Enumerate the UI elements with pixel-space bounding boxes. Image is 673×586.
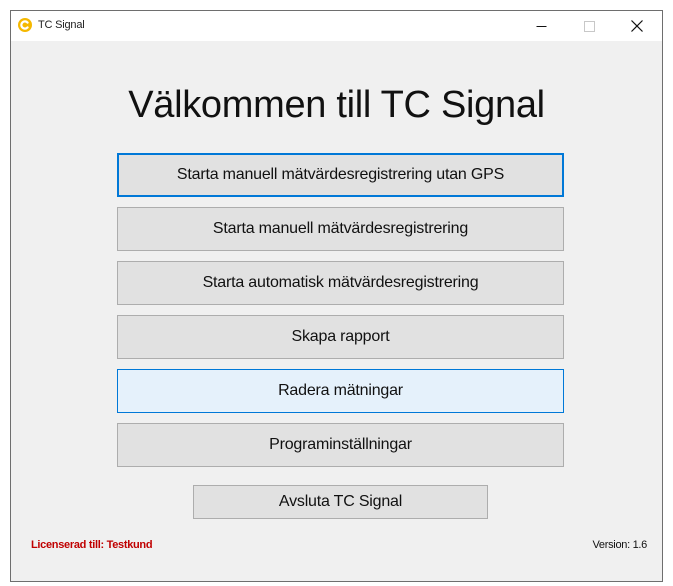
start-manual-without-gps-button[interactable]: Starta manuell mätvärdesregistrering uta… [117,153,564,197]
delete-measurements-button[interactable]: Radera mätningar [117,369,564,413]
exit-button[interactable]: Avsluta TC Signal [193,485,488,519]
program-settings-button[interactable]: Programinställningar [117,423,564,467]
maximize-button [566,11,612,41]
window-title: TC Signal [38,19,85,31]
app-window: TC Signal Välkommen till TC Signal Start… [10,10,663,582]
version-label: Version: 1.6 [592,539,648,551]
start-automatic-registration-button[interactable]: Starta automatisk mätvärdesregistrering [117,261,564,305]
title-bar[interactable]: TC Signal [11,11,662,41]
minimize-button[interactable] [518,11,564,41]
close-button[interactable] [614,11,660,41]
welcome-heading: Välkommen till TC Signal [128,84,545,126]
start-manual-registration-button[interactable]: Starta manuell mätvärdesregistrering [117,207,564,251]
tc-signal-app-icon [18,18,32,32]
close-icon [631,20,643,32]
create-report-button[interactable]: Skapa rapport [117,315,564,359]
maximize-icon [583,20,595,32]
license-label: Licenserad till: Testkund [31,539,153,551]
minimize-icon [536,25,546,27]
